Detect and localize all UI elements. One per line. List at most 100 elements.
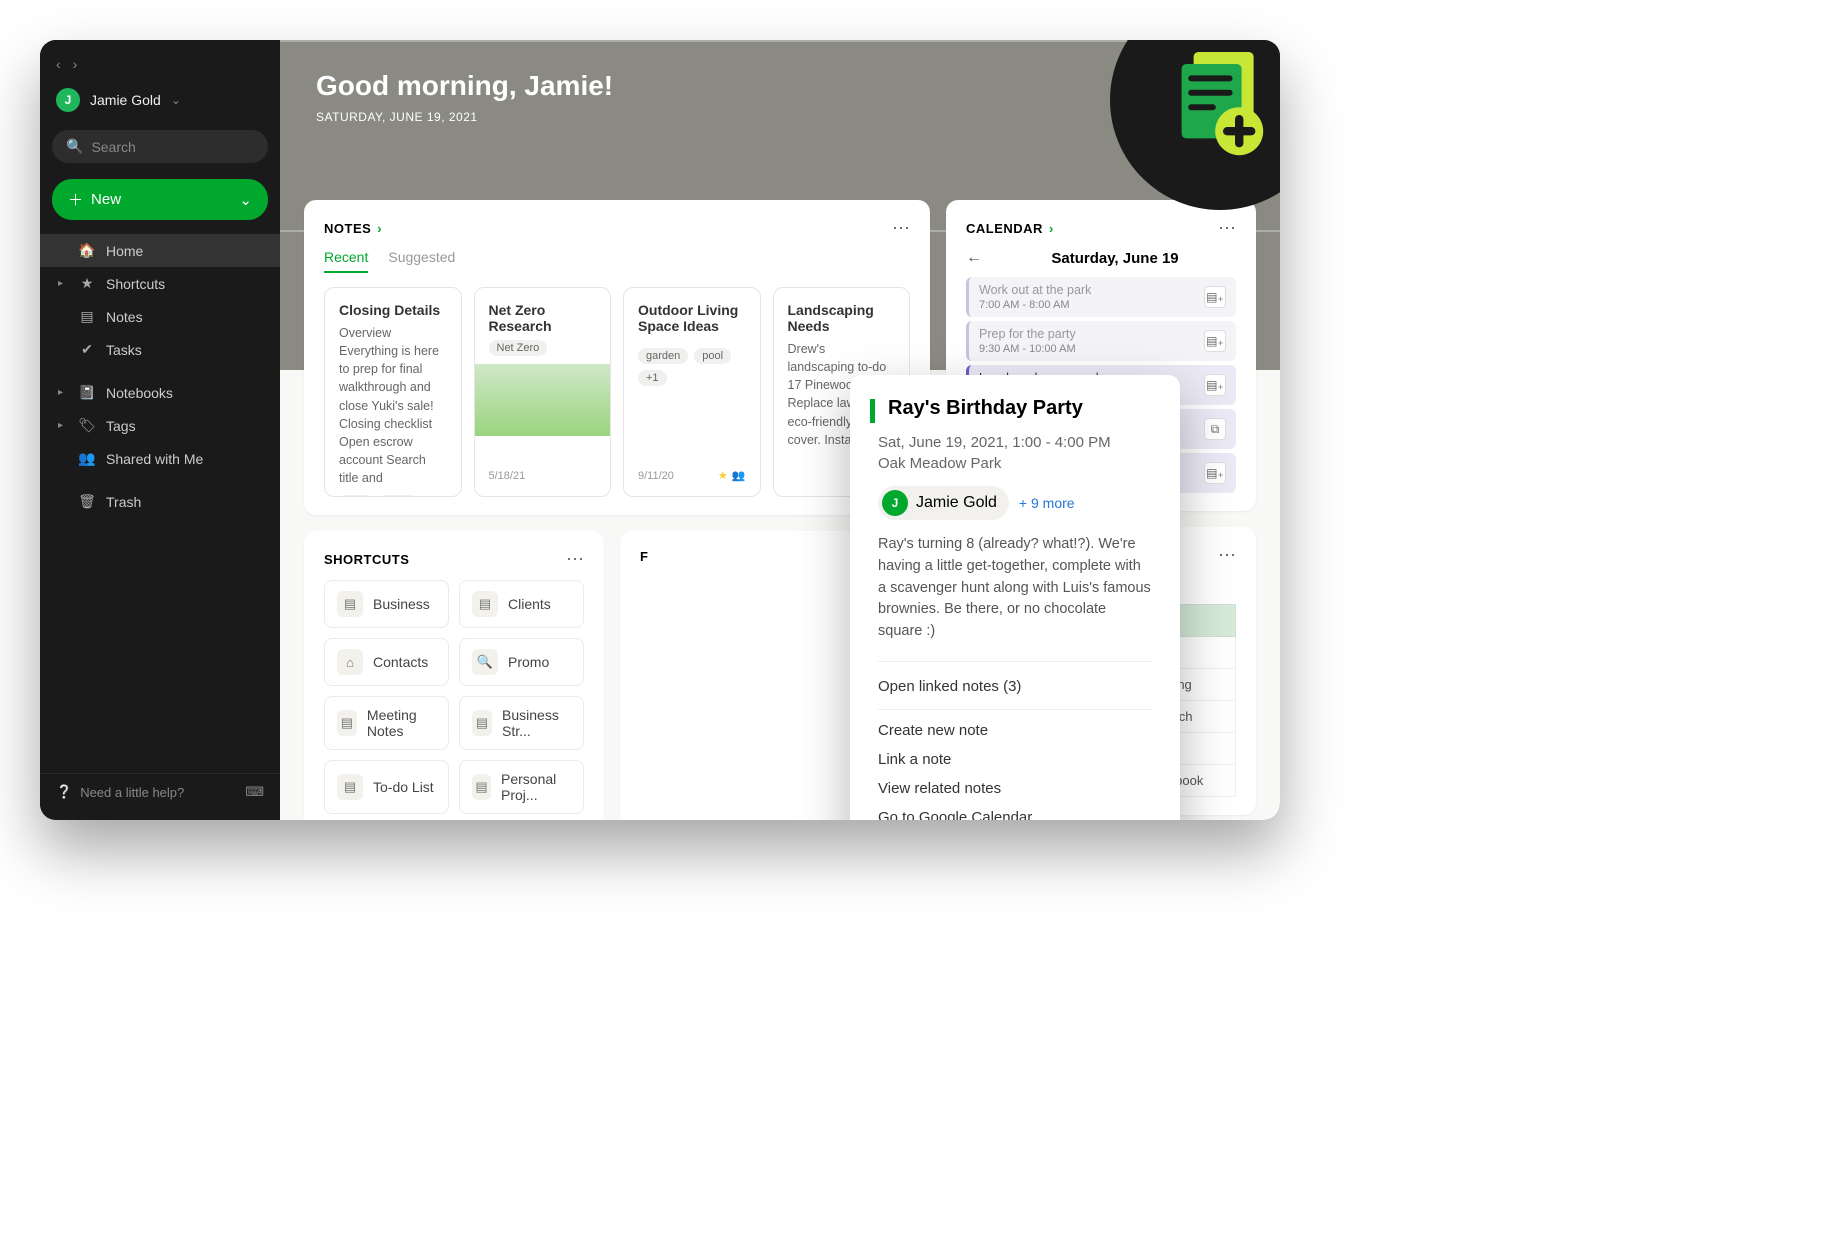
- tab-recent[interactable]: Recent: [324, 249, 368, 273]
- sidebar-item-shared-with-me[interactable]: 👥 Shared with Me: [40, 442, 280, 475]
- sidebar-item-icon: 🏷: [78, 417, 96, 434]
- event-popup: Ray's Birthday Party Sat, June 19, 2021,…: [850, 375, 1180, 820]
- shortcut-label: Business Str...: [502, 707, 571, 739]
- event-title: Work out at the park: [979, 283, 1091, 297]
- help-icon: ❔: [56, 784, 72, 800]
- popup-when: Sat, June 19, 2021, 1:00 - 4:00 PM: [878, 434, 1152, 451]
- sidebar-item-shortcuts[interactable]: ▸ ★ Shortcuts: [40, 267, 280, 300]
- sidebar-footer: ❔ Need a little help? ⌨: [40, 773, 280, 810]
- search-input[interactable]: 🔍 Search: [52, 130, 268, 163]
- calendar-event[interactable]: Prep for the party 9:30 AM - 10:00 AM ▤₊: [966, 321, 1236, 361]
- shortcut-label: Clients: [508, 596, 551, 612]
- note-card[interactable]: Net Zero ResearchNet Zero5/18/21: [474, 287, 612, 497]
- shortcut-item[interactable]: ⌂ Contacts: [324, 638, 449, 686]
- note-plus-icon: [1160, 40, 1280, 160]
- popup-action[interactable]: Go to Google Calendar: [878, 809, 1152, 820]
- shortcut-label: Business: [373, 596, 430, 612]
- shortcut-icon: ▤: [337, 774, 363, 800]
- shortcut-item[interactable]: ▤ Clients: [459, 580, 584, 628]
- note-add-icon[interactable]: ▤₊: [1204, 286, 1226, 308]
- forward-arrow[interactable]: ›: [73, 56, 78, 72]
- shortcuts-title-text: SHORTCUTS: [324, 552, 409, 567]
- sidebar-item-tasks[interactable]: ✔ Tasks: [40, 333, 280, 366]
- open-linked-notes[interactable]: Open linked notes (3): [878, 661, 1152, 695]
- popup-title: Ray's Birthday Party: [888, 397, 1152, 420]
- back-arrow[interactable]: ‹: [56, 56, 61, 72]
- shortcut-icon: ▤: [337, 710, 357, 736]
- note-card[interactable]: Closing DetailsOverview Everything is he…: [324, 287, 462, 497]
- attendees-more-link[interactable]: + 9 more: [1019, 495, 1075, 511]
- chevron-right-icon: ›: [377, 221, 382, 236]
- shortcut-item[interactable]: ▤ Meeting Notes: [324, 696, 449, 750]
- sidebar-item-trash[interactable]: 🗑 Trash: [40, 485, 280, 518]
- help-text: Need a little help?: [80, 785, 184, 800]
- calendar-back-arrow[interactable]: ←: [966, 249, 982, 267]
- calendar-title[interactable]: CALENDAR ›: [966, 221, 1054, 236]
- sidebar: ‹ › J Jamie Gold ⌄ 🔍 Search ＋New ⌄ 🏠 Hom…: [40, 40, 280, 820]
- sidebar-item-icon: 🏠: [78, 242, 96, 259]
- popup-action[interactable]: View related notes: [878, 780, 1152, 797]
- notes-panel: NOTES › ⋯ Recent Suggested Closing Detail…: [304, 200, 930, 515]
- sidebar-item-home[interactable]: 🏠 Home: [40, 234, 280, 267]
- sidebar-item-icon: 👥: [78, 450, 96, 467]
- sidebar-item-notebooks[interactable]: ▸ 📓 Notebooks: [40, 376, 280, 409]
- notes-more-button[interactable]: ⋯: [892, 218, 910, 239]
- note-thumbnail: [475, 364, 611, 484]
- notes-title[interactable]: NOTES ›: [324, 221, 382, 236]
- shared-icon: 👥: [732, 469, 746, 482]
- shortcut-item[interactable]: 🔍 Promo: [459, 638, 584, 686]
- expand-icon: ▸: [58, 278, 68, 289]
- popup-action[interactable]: Create new note: [878, 722, 1152, 739]
- chip: pool: [694, 348, 731, 364]
- filtered-title[interactable]: F: [640, 549, 648, 564]
- sidebar-nav: 🏠 Home▸ ★ Shortcuts ▤ Notes ✔ Tasks ▸ 📓 N…: [40, 228, 280, 518]
- plus-icon: ＋: [68, 189, 83, 210]
- notes-title-text: NOTES: [324, 221, 371, 236]
- shortcut-label: Promo: [508, 654, 549, 670]
- note-timestamp: 5/18/21: [489, 470, 526, 482]
- shortcut-item[interactable]: ▤ Business Str...: [459, 696, 584, 750]
- shortcuts-more-button[interactable]: ⋯: [566, 549, 584, 570]
- shortcut-label: Contacts: [373, 654, 428, 670]
- note-title: Landscaping Needs: [788, 302, 896, 334]
- app-window: ‹ › J Jamie Gold ⌄ 🔍 Search ＋New ⌄ 🏠 Hom…: [40, 40, 1280, 820]
- hero-date: SATURDAY, JUNE 19, 2021: [316, 110, 1244, 124]
- chip: garden: [638, 348, 688, 364]
- new-button[interactable]: ＋New ⌄: [52, 179, 268, 220]
- note-card[interactable]: Outdoor Living Space Ideasgardenpool+19/…: [623, 287, 761, 497]
- keyboard-icon[interactable]: ⌨: [245, 784, 264, 800]
- sidebar-item-icon: ✔: [78, 341, 96, 358]
- sidebar-item-label: Notes: [106, 309, 143, 325]
- note-add-icon[interactable]: ▤₊: [1204, 374, 1226, 396]
- tab-suggested[interactable]: Suggested: [388, 249, 455, 273]
- popup-where: Oak Meadow Park: [878, 455, 1152, 472]
- note-add-icon[interactable]: ▤₊: [1204, 330, 1226, 352]
- attendee-pill[interactable]: J Jamie Gold: [878, 486, 1009, 520]
- pinned-more-button[interactable]: ⋯: [1218, 545, 1236, 566]
- popup-action[interactable]: Link a note: [878, 751, 1152, 768]
- shortcut-item[interactable]: ▤ To-do List: [324, 760, 449, 814]
- note-add-icon[interactable]: ▤₊: [1204, 462, 1226, 484]
- sidebar-item-tags[interactable]: ▸ 🏷 Tags: [40, 409, 280, 442]
- note-chips: MinRiley: [339, 495, 447, 497]
- event-time: 9:30 AM - 10:00 AM: [979, 343, 1076, 355]
- shortcuts-grid: ▤ Business▤ Clients⌂ Contacts🔍 Promo▤ Me…: [324, 580, 584, 820]
- shortcuts-title[interactable]: SHORTCUTS: [324, 552, 409, 567]
- copy-icon[interactable]: ⧉: [1204, 418, 1226, 440]
- help-link[interactable]: ❔ Need a little help?: [56, 784, 184, 800]
- calendar-more-button[interactable]: ⋯: [1218, 218, 1236, 239]
- star-icon: ★: [718, 469, 728, 482]
- shortcut-item[interactable]: ▤ Personal Proj...: [459, 760, 584, 814]
- user-name: Jamie Gold: [90, 92, 161, 108]
- event-time: 7:00 AM - 8:00 AM: [979, 299, 1091, 311]
- sidebar-item-label: Notebooks: [106, 385, 173, 401]
- chip: +1: [638, 370, 667, 386]
- calendar-event[interactable]: Work out at the park 7:00 AM - 8:00 AM ▤…: [966, 277, 1236, 317]
- note-cards-grid: Closing DetailsOverview Everything is he…: [324, 287, 910, 497]
- user-menu[interactable]: J Jamie Gold ⌄: [40, 78, 280, 122]
- search-placeholder: Search: [91, 139, 135, 155]
- shortcut-item[interactable]: ▤ Business: [324, 580, 449, 628]
- sidebar-item-notes[interactable]: ▤ Notes: [40, 300, 280, 333]
- chevron-down-icon: ⌄: [239, 191, 252, 209]
- notes-tabs: Recent Suggested: [324, 249, 910, 273]
